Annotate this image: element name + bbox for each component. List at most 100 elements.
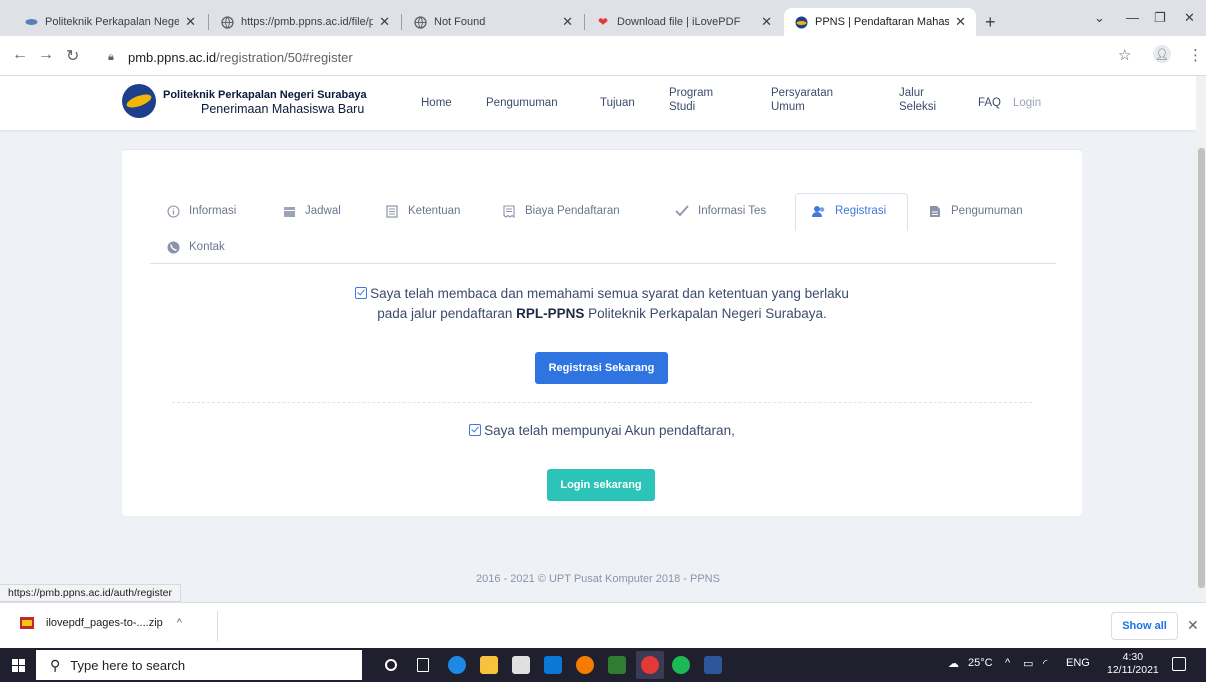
tab-jadwal[interactable]: Jadwal: [282, 204, 341, 218]
taskbar-search-input[interactable]: ⚲ Type here to search: [36, 650, 362, 680]
chrome-icon[interactable]: [641, 656, 659, 674]
notification-icon[interactable]: [1172, 657, 1186, 671]
tab-title: https://pmb.ppns.ac.id/file/p: [241, 16, 374, 28]
browser-tab-2[interactable]: https://pmb.ppns.ac.id/file/p ✕: [210, 8, 400, 36]
program-name: RPL-PPNS: [516, 306, 585, 321]
address-bar[interactable]: 🔒︎ pmb.ppns.ac.id/registration/50#regist…: [108, 44, 1108, 70]
tab-label: Ketentuan: [408, 205, 461, 217]
temperature[interactable]: 25°C: [968, 657, 993, 669]
download-bar: ilovepdf_pages-to-....zip ^ Show all ✕: [0, 602, 1206, 648]
tab-title: Download file | iLovePDF: [617, 16, 741, 28]
show-all-button[interactable]: Show all: [1111, 612, 1178, 640]
back-arrow-icon[interactable]: ←: [12, 46, 28, 64]
nav-tujuan[interactable]: Tujuan: [600, 96, 635, 110]
agreement-checkbox[interactable]: [355, 287, 368, 299]
nav-home[interactable]: Home: [421, 96, 452, 110]
close-tab-icon[interactable]: ✕: [761, 14, 772, 30]
agreement-line-1: Saya telah membaca dan memahami semua sy…: [222, 284, 982, 304]
tab-kontak[interactable]: Kontak: [166, 240, 225, 254]
task-view-icon[interactable]: [417, 658, 429, 672]
wifi-icon[interactable]: ◜: [1043, 657, 1047, 670]
tab-informasi[interactable]: Informasi: [166, 204, 236, 218]
tab-pengumuman[interactable]: Pengumuman: [928, 204, 1023, 218]
site-header: Politeknik Perkapalan Negeri Surabaya Pe…: [0, 76, 1196, 130]
close-tab-icon[interactable]: ✕: [955, 14, 966, 30]
minimize-button[interactable]: —: [1126, 10, 1139, 25]
close-download-bar-icon[interactable]: ✕: [1187, 617, 1199, 634]
nav-label: Studi: [669, 101, 696, 113]
weather-icon[interactable]: ☁: [948, 657, 959, 670]
document-icon: [385, 204, 399, 218]
nav-program-studi[interactable]: Program Studi: [669, 86, 713, 114]
login-now-button[interactable]: Login sekarang: [547, 469, 655, 501]
tab-divider: [208, 14, 209, 30]
section-divider: [172, 402, 1032, 403]
tray-chevron-up-icon[interactable]: ^: [1005, 657, 1010, 669]
nav-label: Umum: [771, 101, 805, 113]
tab-search-icon[interactable]: ⌄: [1094, 10, 1105, 26]
tab-label: Informasi: [189, 205, 237, 217]
browser-tab-4[interactable]: ❤ Download file | iLovePDF ✕: [586, 8, 782, 36]
tab-registrasi-active[interactable]: Registrasi: [812, 204, 886, 218]
tab-informasi-tes[interactable]: Informasi Tes: [675, 204, 766, 218]
status-url-bubble: https://pmb.ppns.ac.id/auth/register: [0, 584, 182, 602]
reload-icon[interactable]: ↻: [66, 46, 79, 66]
download-item[interactable]: ilovepdf_pages-to-....zip ^: [20, 617, 182, 629]
close-tab-icon[interactable]: ✕: [185, 14, 196, 30]
agreement-text: Saya telah membaca dan memahami semua sy…: [222, 284, 982, 324]
download-filename: ilovepdf_pages-to-....zip: [46, 617, 163, 629]
nav-jalur-seleksi[interactable]: Jalur Seleksi: [899, 86, 936, 114]
tab-ketentuan[interactable]: Ketentuan: [385, 204, 460, 218]
cortana-icon[interactable]: [385, 659, 397, 671]
clock-date: 12/11/2021: [1107, 664, 1159, 676]
tab-biaya-pendaftaran[interactable]: Biaya Pendaftaran: [502, 204, 620, 218]
profile-avatar-icon[interactable]: 👤︎: [1153, 45, 1171, 63]
file-explorer-icon[interactable]: [480, 656, 498, 674]
nav-label: Program: [669, 87, 714, 99]
ppns-logo[interactable]: [122, 84, 156, 118]
windows-start-icon[interactable]: [12, 659, 25, 672]
register-now-button[interactable]: Registrasi Sekarang: [535, 352, 668, 384]
nav-login[interactable]: Login: [1013, 96, 1041, 110]
browser-tab-5-active[interactable]: PPNS | Pendaftaran Mahasisw ✕: [784, 8, 976, 36]
account-text: Saya telah mempunyai Akun pendaftaran,: [322, 421, 882, 441]
close-tab-icon[interactable]: ✕: [379, 14, 390, 30]
agreement-post: Politeknik Perkapalan Negeri Surabaya.: [584, 306, 827, 321]
brand-title: Politeknik Perkapalan Negeri Surabaya: [163, 89, 367, 101]
forward-arrow-icon[interactable]: →: [38, 46, 54, 64]
mail-icon[interactable]: [544, 656, 562, 674]
menu-kebab-icon[interactable]: ⋮: [1188, 46, 1203, 64]
nav-pengumuman[interactable]: Pengumuman: [486, 96, 558, 110]
taskbar-clock[interactable]: 4:30 12/11/2021: [1107, 651, 1159, 677]
restore-button[interactable]: ❐: [1154, 10, 1166, 26]
browser-tab-1[interactable]: Politeknik Perkapalan Negeri ✕: [14, 8, 206, 36]
agreement-line-2: pada jalur pendaftaran RPL-PPNS Politekn…: [222, 304, 982, 324]
nav-persyaratan-umum[interactable]: Persyaratan Umum: [771, 86, 833, 114]
language-indicator[interactable]: ENG: [1066, 657, 1090, 669]
close-window-button[interactable]: ✕: [1184, 10, 1195, 26]
close-tab-icon[interactable]: ✕: [562, 14, 573, 30]
chevron-up-icon[interactable]: ^: [177, 617, 182, 629]
word-icon[interactable]: [704, 656, 722, 674]
lock-icon: 🔒︎: [108, 50, 114, 63]
spotify-icon[interactable]: [672, 656, 690, 674]
account-text-label: Saya telah mempunyai Akun pendaftaran,: [484, 423, 735, 438]
excel-icon[interactable]: [608, 656, 626, 674]
tabs-underline: [150, 263, 1056, 264]
zip-file-icon: [20, 617, 34, 629]
bookmark-star-icon[interactable]: ☆: [1118, 46, 1131, 64]
tab-label: Informasi Tes: [698, 205, 767, 217]
network-icon[interactable]: ▭: [1023, 657, 1033, 670]
browser-tab-3[interactable]: Not Found ✕: [403, 8, 583, 36]
ppns-favicon-icon: [24, 15, 38, 29]
heart-icon: ❤: [597, 15, 609, 29]
tab-label: Pengumuman: [951, 205, 1023, 217]
search-icon: ⚲: [50, 656, 61, 673]
nav-faq[interactable]: FAQ: [978, 96, 1001, 110]
store-icon[interactable]: [512, 656, 530, 674]
new-tab-button[interactable]: +: [985, 12, 996, 33]
firefox-icon[interactable]: [576, 656, 594, 674]
edge-icon[interactable]: [448, 656, 466, 674]
page-scrollbar-thumb[interactable]: [1198, 148, 1205, 588]
account-checkbox[interactable]: [469, 424, 482, 436]
